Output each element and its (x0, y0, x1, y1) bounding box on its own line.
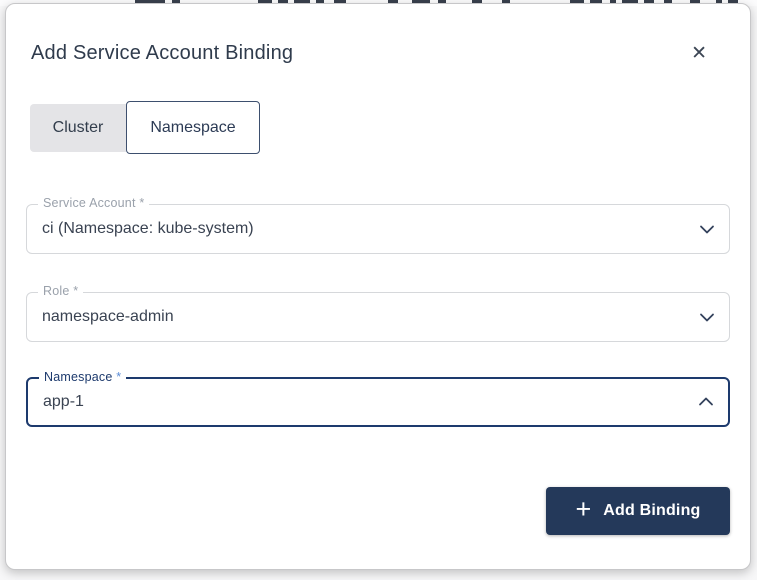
namespace-select[interactable]: Namespace * app-1 (26, 370, 730, 427)
chevron-up-icon[interactable] (694, 390, 718, 414)
dialog-title: Add Service Account Binding (31, 42, 294, 64)
tab-namespace[interactable]: Namespace (126, 101, 260, 154)
role-label: Role * (38, 284, 84, 298)
add-binding-button[interactable]: + Add Binding (546, 487, 730, 535)
tab-cluster[interactable]: Cluster (30, 103, 126, 152)
service-account-label: Service Account * (38, 196, 150, 210)
binding-scope-tabs: Cluster Namespace (30, 101, 730, 154)
service-account-select[interactable]: Service Account * ci (Namespace: kube-sy… (26, 196, 730, 254)
namespace-value: app-1 (43, 393, 84, 410)
plus-icon: + (575, 494, 592, 524)
chevron-down-icon[interactable] (695, 217, 719, 241)
service-account-value: ci (Namespace: kube-system) (42, 220, 254, 237)
chevron-down-icon[interactable] (695, 305, 719, 329)
add-binding-label: Add Binding (603, 502, 701, 519)
dialog-header: Add Service Account Binding ✕ (26, 4, 730, 65)
close-icon[interactable]: ✕ (689, 42, 709, 65)
role-value: namespace-admin (42, 308, 174, 325)
tab-namespace-label: Namespace (150, 118, 236, 136)
namespace-label: Namespace * (39, 370, 127, 384)
dialog-footer: + Add Binding (26, 487, 730, 535)
tab-cluster-label: Cluster (52, 118, 104, 136)
role-select[interactable]: Role * namespace-admin (26, 284, 730, 342)
add-service-account-binding-dialog: Add Service Account Binding ✕ Cluster Na… (5, 3, 751, 570)
